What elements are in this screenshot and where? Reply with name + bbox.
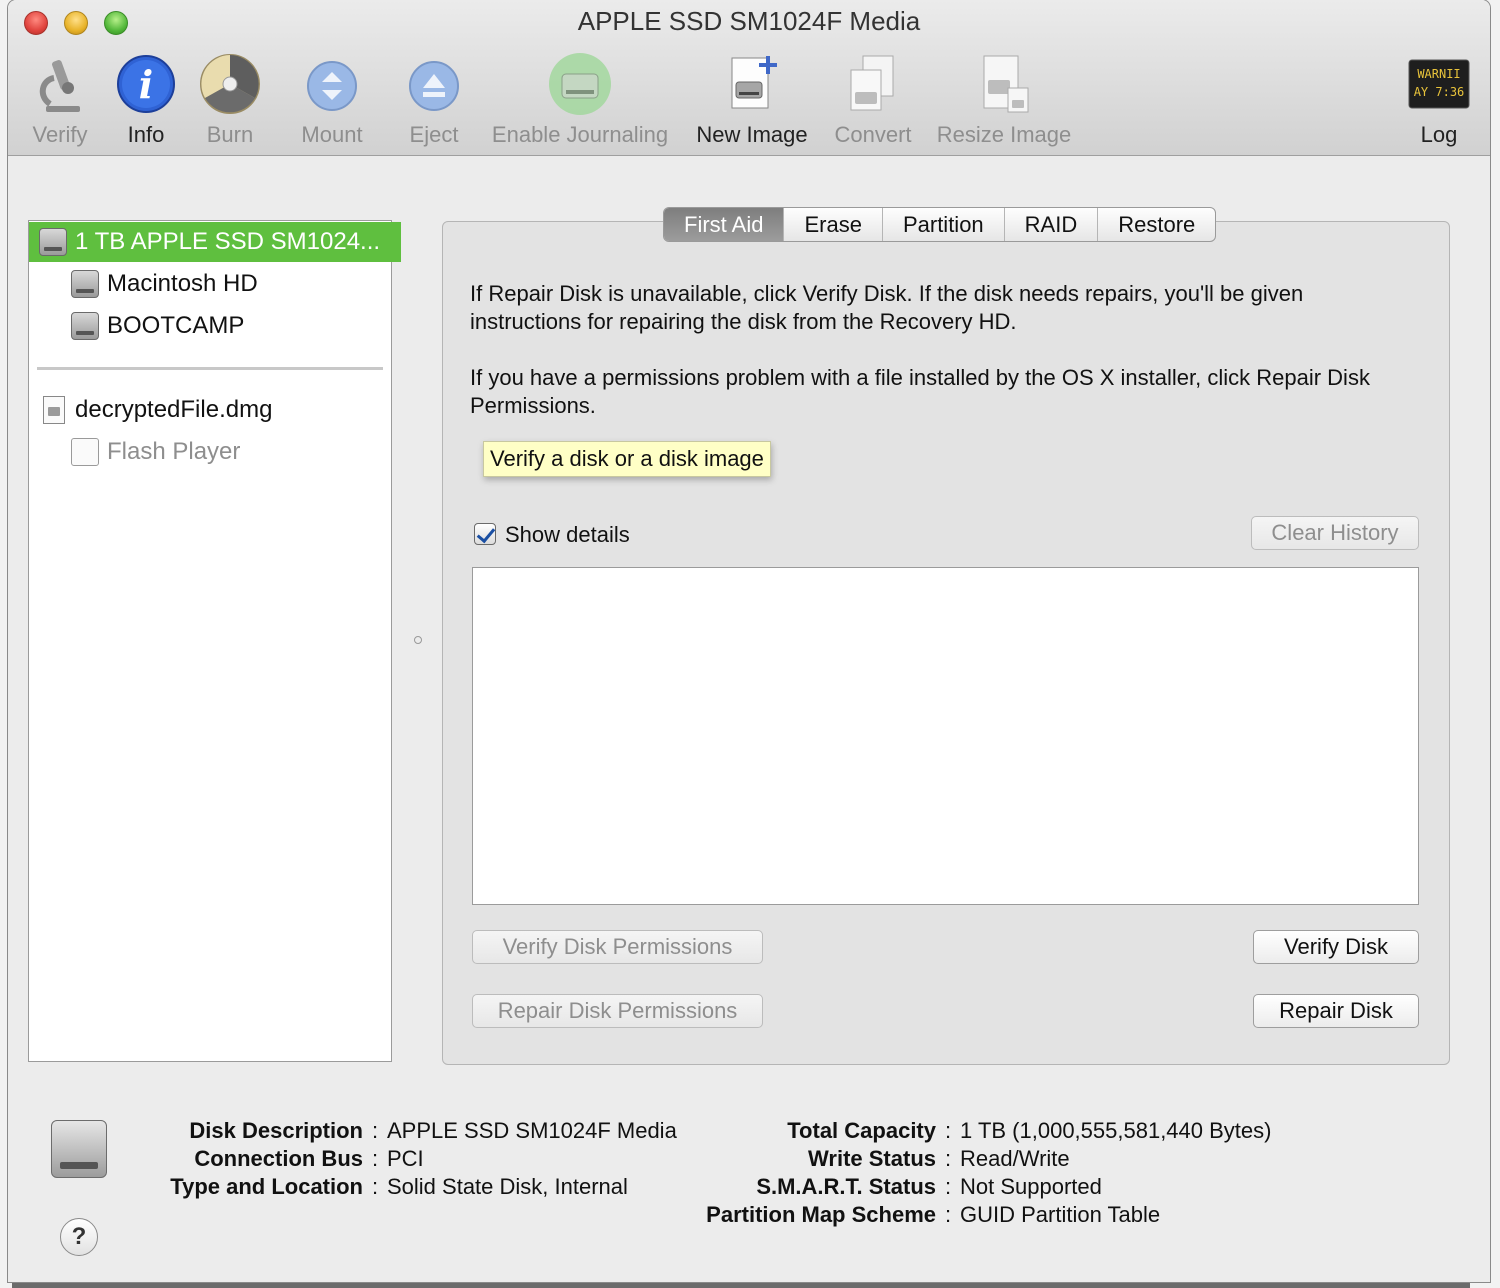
volume-icon xyxy=(71,438,99,466)
tab-first-aid[interactable]: First Aid xyxy=(664,208,785,241)
hard-disk-icon xyxy=(39,228,67,256)
svg-text:WARNII: WARNII xyxy=(1417,67,1460,81)
hard-disk-icon xyxy=(71,270,99,298)
enable-journaling-toolbar-button[interactable]: Enable Journaling xyxy=(486,52,674,148)
svg-text:i: i xyxy=(139,62,153,107)
disk-image-icon xyxy=(43,396,65,424)
hard-disk-icon xyxy=(51,1120,107,1178)
verify-disk-permissions-button[interactable]: Verify Disk Permissions xyxy=(472,930,763,964)
repair-disk-permissions-button[interactable]: Repair Disk Permissions xyxy=(472,994,763,1028)
show-details-label[interactable]: Show details xyxy=(505,522,630,548)
permissions-instructions: If you have a permissions problem with a… xyxy=(470,365,1370,418)
info-write-status: Write Status: Read/Write xyxy=(808,1146,1070,1171)
clear-history-button[interactable]: Clear History xyxy=(1251,516,1419,550)
info-smart-status: S.M.A.R.T. Status: Not Supported xyxy=(756,1174,1102,1199)
tab-partition[interactable]: Partition xyxy=(883,208,1005,241)
details-log-area[interactable] xyxy=(472,567,1419,905)
sidebar-item-decryptedfile-dmg[interactable]: decryptedFile.dmg xyxy=(29,390,405,430)
log-toolbar-button[interactable]: WARNII AY 7:36 Log xyxy=(1403,52,1475,148)
resize-image-icon xyxy=(972,52,1036,116)
convert-toolbar-button[interactable]: Convert xyxy=(828,52,918,148)
help-button[interactable]: ? xyxy=(60,1218,98,1256)
info-total-capacity: Total Capacity:1 TB (1,000,555,581,440 B… xyxy=(787,1118,1272,1143)
svg-text:AY 7:36: AY 7:36 xyxy=(1414,85,1465,99)
sidebar-item-macintosh-hd[interactable]: Macintosh HD xyxy=(29,264,433,304)
split-view-handle[interactable] xyxy=(414,636,422,644)
journaling-icon xyxy=(548,52,612,116)
verify-toolbar-button[interactable]: Verify xyxy=(24,52,96,148)
info-connection-bus: Connection Bus: PCI xyxy=(194,1146,424,1171)
disk-utility-window: APPLE SSD SM1024F Media Verify i Info Bu… xyxy=(8,0,1490,1282)
resize-image-toolbar-button[interactable]: Resize Image xyxy=(932,52,1076,148)
sidebar-item-apple-ssd[interactable]: 1 TB APPLE SSD SM1024... xyxy=(29,222,401,262)
repair-disk-button[interactable]: Repair Disk xyxy=(1253,994,1419,1028)
window-title: APPLE SSD SM1024F Media xyxy=(577,6,921,36)
verify-tooltip: Verify a disk or a disk image xyxy=(483,441,771,477)
sidebar-item-bootcamp[interactable]: BOOTCAMP xyxy=(29,306,433,346)
eject-icon xyxy=(402,52,466,116)
show-details-checkbox[interactable] xyxy=(474,523,496,545)
repair-disk-instructions: If Repair Disk is unavailable, click Ver… xyxy=(470,281,1304,334)
new-image-icon xyxy=(720,52,784,116)
verify-disk-button[interactable]: Verify Disk xyxy=(1253,930,1419,964)
burn-toolbar-button[interactable]: Burn xyxy=(194,52,266,148)
tab-restore[interactable]: Restore xyxy=(1098,208,1215,241)
convert-icon xyxy=(841,52,905,116)
info-toolbar-button[interactable]: i Info xyxy=(110,52,182,148)
disk-list-sidebar: 1 TB APPLE SSD SM1024... Macintosh HD BO… xyxy=(28,220,401,1062)
info-type-location: Type and Location: Solid State Disk, Inte… xyxy=(170,1174,628,1199)
tab-raid[interactable]: RAID xyxy=(1005,208,1099,241)
mount-toolbar-button[interactable]: Mount xyxy=(290,52,374,148)
sidebar-divider xyxy=(37,367,383,370)
log-console-icon: WARNII AY 7:36 xyxy=(1407,52,1471,116)
sidebar-item-flash-player[interactable]: Flash Player xyxy=(29,432,433,472)
microscope-icon xyxy=(28,52,92,116)
eject-toolbar-button[interactable]: Eject xyxy=(396,52,472,148)
mount-icon xyxy=(300,52,364,116)
burn-icon xyxy=(198,52,262,116)
tab-erase[interactable]: Erase xyxy=(784,208,883,241)
info-icon: i xyxy=(114,52,178,116)
info-disk-description: Disk Description: APPLE SSD SM1024F Media xyxy=(189,1118,677,1143)
hard-disk-icon xyxy=(71,312,99,340)
new-image-toolbar-button[interactable]: New Image xyxy=(690,52,814,148)
titlebar-toolbar: APPLE SSD SM1024F Media Verify i Info Bu… xyxy=(8,0,1490,156)
tab-bar: First Aid Erase Partition RAID Restore xyxy=(663,207,1217,242)
info-partition-map: Partition Map Scheme: GUID Partition Tabl… xyxy=(706,1202,1161,1227)
